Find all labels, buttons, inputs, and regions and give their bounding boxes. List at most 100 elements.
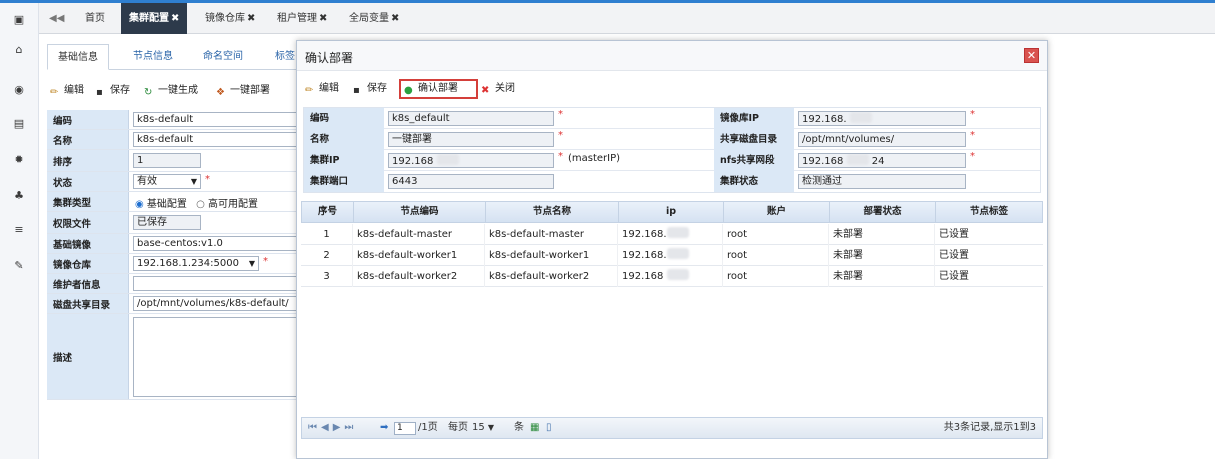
disk-share-input[interactable]: /opt/mnt/volumes/k8s-default/ xyxy=(133,296,297,311)
radio-label: 高可用配置 xyxy=(208,199,259,210)
document-icon[interactable]: ▯ xyxy=(546,418,552,438)
tab-home[interactable]: 首页 xyxy=(77,3,113,34)
dialog-code-input[interactable]: k8s_default xyxy=(388,111,554,126)
sort-input[interactable]: 1 xyxy=(133,153,201,168)
form-row-maintainer: 维护者信息 xyxy=(47,274,297,294)
first-page-icon[interactable]: ⏮ xyxy=(308,422,321,433)
export-excel-icon[interactable]: ▦ xyxy=(530,418,539,438)
floppy-icon: ▪ xyxy=(96,87,103,98)
generate-label: 一键生成 xyxy=(158,85,198,96)
name-input[interactable]: k8s-default xyxy=(133,132,297,147)
redacted-mask xyxy=(666,269,689,280)
tab-label: 全局变量 xyxy=(349,13,389,24)
ip-text: 192.168. xyxy=(802,114,847,125)
column-header[interactable]: 节点编码 xyxy=(354,202,486,222)
last-page-icon[interactable]: ⏭ xyxy=(344,422,357,433)
cluster-port-input[interactable]: 6443 xyxy=(388,174,554,189)
save-label: 保存 xyxy=(367,83,387,94)
id-card-icon[interactable]: ▣ xyxy=(11,13,27,27)
cluster-ip-input[interactable]: 192.168 xyxy=(388,153,554,168)
tab-tenant-mgmt[interactable]: 租户管理 ✖ xyxy=(269,3,335,34)
tab-global-vars[interactable]: 全局变量 ✖ xyxy=(341,3,407,34)
pager-nav-icons: ⏮◀▶⏭ xyxy=(308,418,357,438)
form-row-status: 状态 有效 ▼ * xyxy=(47,172,297,192)
base-image-input[interactable]: base-centos:v1.0 xyxy=(133,236,297,251)
confirm-label: 确认部署 xyxy=(418,83,458,94)
field-label: 集群类型 xyxy=(47,192,129,211)
field-label: 编码 xyxy=(304,108,384,129)
gear-icon[interactable]: ✹ xyxy=(11,153,27,167)
type-radio-group: ◉ 基础配置 ○ 高可用配置 xyxy=(135,195,258,210)
cell-node-code: k8s-default-worker2 xyxy=(353,266,485,287)
subtab-node-info[interactable]: 节点信息 xyxy=(123,44,183,70)
sitemap-icon[interactable]: ♣ xyxy=(11,189,27,203)
code-input[interactable]: k8s-default xyxy=(133,112,297,127)
cell-node-name: k8s-default-worker2 xyxy=(485,266,618,287)
bank-icon[interactable]: ⌂ xyxy=(11,43,27,57)
tab-cluster-config[interactable]: 集群配置 ✖ xyxy=(121,3,188,34)
dialog-name-input[interactable]: 一键部署 xyxy=(388,132,554,147)
next-page-icon[interactable]: ▶ xyxy=(333,422,345,433)
close-icon[interactable]: ✖ xyxy=(391,13,399,24)
repo-select[interactable]: 192.168.1.234:5000 ▼ xyxy=(133,256,259,271)
radio-ha-config[interactable]: ○ xyxy=(196,199,205,210)
nfs-segment-input[interactable]: 192.168 24 xyxy=(798,153,966,168)
description-textarea[interactable] xyxy=(133,317,297,397)
form-row-perm: 权限文件 已保存 xyxy=(47,212,297,234)
tab-image-repo[interactable]: 镜像仓库 ✖ xyxy=(197,3,263,34)
cell-account: root xyxy=(723,224,829,245)
table-row[interactable]: 2 k8s-default-worker1 k8s-default-worker… xyxy=(301,245,1043,266)
dialog-edit-button[interactable]: ✏ 编辑 xyxy=(305,79,339,99)
column-header[interactable]: 节点名称 xyxy=(486,202,619,222)
back-double-arrow-icon[interactable]: ◀◀ xyxy=(49,3,64,34)
table-row[interactable]: 1 k8s-default-master k8s-default-master … xyxy=(301,224,1043,245)
field-label: 共享磁盘目录 xyxy=(714,129,794,150)
table-icon[interactable]: ▤ xyxy=(11,117,27,131)
table-row[interactable]: 3 k8s-default-worker2 k8s-default-worker… xyxy=(301,266,1043,287)
share-disk-input[interactable]: /opt/mnt/volumes/ xyxy=(798,132,966,147)
ip-text: 192.168. xyxy=(622,229,667,240)
pager-summary: 共3条记录,显示1到3 xyxy=(943,422,1036,433)
column-header[interactable]: 序号 xyxy=(302,202,354,222)
field-label: 名称 xyxy=(47,130,129,149)
field-label: 集群端口 xyxy=(304,171,384,192)
dialog-save-button[interactable]: ▪ 保存 xyxy=(353,79,387,99)
close-icon[interactable]: ✖ xyxy=(319,13,327,24)
column-header[interactable]: 部署状态 xyxy=(830,202,936,222)
per-page-select[interactable]: 15 ▼ xyxy=(472,418,494,438)
list-icon[interactable]: ≡ xyxy=(11,223,27,237)
eye-icon[interactable]: ◉ xyxy=(11,83,27,97)
dialog-close-button[interactable]: ✖ 关闭 xyxy=(481,79,515,99)
wrench-icon[interactable]: ✎ xyxy=(11,259,27,273)
subtab-basic-info[interactable]: 基础信息 xyxy=(47,44,109,70)
maintainer-input[interactable] xyxy=(133,276,297,291)
close-icon[interactable]: ✖ xyxy=(247,13,255,24)
radio-base-config[interactable]: ◉ xyxy=(135,199,144,210)
redacted-mask xyxy=(436,154,459,165)
subtab-namespace[interactable]: 命名空间 xyxy=(193,44,253,70)
dialog-title: 确认部署 xyxy=(305,51,354,65)
save-button[interactable]: ▪ 保存 xyxy=(96,82,130,100)
close-label: 关闭 xyxy=(495,83,515,94)
close-icon[interactable]: ✕ xyxy=(1024,48,1039,63)
required-star: * xyxy=(263,256,268,267)
confirm-deploy-button[interactable]: ● 确认部署 xyxy=(404,79,458,99)
perm-file-value: 已保存 xyxy=(133,215,201,230)
column-header[interactable]: 节点标签 xyxy=(936,202,1042,222)
chevron-down-icon: ▼ xyxy=(190,177,197,186)
page-number-input[interactable]: 1 xyxy=(394,422,416,435)
required-star: * xyxy=(558,151,563,162)
go-page-icon[interactable]: ➡ xyxy=(380,418,388,438)
field-label: 基础镜像 xyxy=(47,234,129,253)
prev-page-icon[interactable]: ◀ xyxy=(321,422,333,433)
dialog-row: 编码 k8s_default * 镜像库IP 192.168. * xyxy=(304,108,1040,129)
edit-button[interactable]: ✏ 编辑 xyxy=(50,82,84,100)
generate-button[interactable]: ↻ 一键生成 xyxy=(144,82,198,100)
repo-ip-input[interactable]: 192.168. xyxy=(798,111,966,126)
deploy-button[interactable]: ❖ 一键部署 xyxy=(216,82,270,100)
per-page-label: 每页 xyxy=(448,422,468,433)
status-select[interactable]: 有效 ▼ xyxy=(133,174,201,189)
column-header[interactable]: 账户 xyxy=(724,202,830,222)
column-header[interactable]: ip xyxy=(619,202,724,222)
close-icon[interactable]: ✖ xyxy=(171,13,179,24)
